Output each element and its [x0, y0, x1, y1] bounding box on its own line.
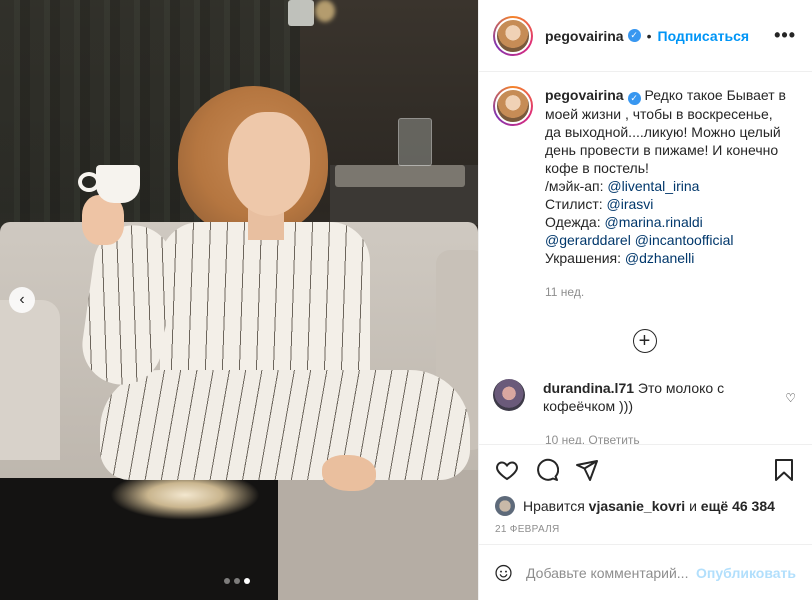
action-bar: [479, 444, 812, 494]
chevron-left-icon: ‹: [19, 291, 25, 308]
comment-username[interactable]: durandina.l71: [543, 380, 634, 396]
comment-like-icon[interactable]: ♡: [785, 391, 796, 405]
credit-label: Одежда:: [545, 213, 605, 230]
caption-time[interactable]: 11 нед.: [545, 283, 790, 301]
more-options-icon[interactable]: •••: [774, 25, 796, 46]
mention-link[interactable]: @incantoofficial: [635, 232, 734, 248]
floor: [278, 470, 478, 600]
carousel-dots: [224, 578, 250, 584]
likes-prefix: Нравится: [523, 498, 585, 514]
verified-icon: ✓: [627, 91, 641, 105]
credit-label: /мэйк-ап:: [545, 177, 608, 194]
comment-avatar[interactable]: [493, 378, 525, 411]
lamp: [288, 0, 314, 26]
avatar[interactable]: [493, 15, 533, 56]
mention-link[interactable]: @livental_irina: [607, 178, 699, 194]
comment: durandina.l71 Это молоко с кофеёчком )))…: [493, 378, 796, 415]
post-side-panel: pegovairina ✓ • Подписаться ••• pegovair…: [478, 0, 812, 600]
follow-button[interactable]: Подписаться: [658, 28, 750, 44]
carousel-dot-active: [244, 578, 250, 584]
liker-username[interactable]: vjasanie_kovri: [589, 498, 686, 514]
mention-link[interactable]: @irasvi: [607, 196, 654, 212]
plus-circle-icon[interactable]: +: [632, 328, 657, 353]
comment-composer: Опубликовать: [479, 544, 812, 600]
coffee-cup: [96, 165, 140, 203]
post-date[interactable]: 21 ФЕВРАЛЯ: [479, 518, 812, 535]
separator: •: [646, 27, 652, 44]
comments-area[interactable]: pegovairina ✓ Редко такое Бывает в моей ж…: [479, 72, 812, 444]
publish-button[interactable]: Опубликовать: [696, 565, 796, 581]
face: [228, 112, 310, 216]
heart-icon[interactable]: [495, 458, 519, 482]
comment-icon[interactable]: [535, 458, 559, 482]
credit-label: Стилист:: [545, 195, 607, 212]
comment-input[interactable]: [526, 564, 697, 581]
emoji-icon[interactable]: [495, 560, 512, 586]
post-header: pegovairina ✓ • Подписаться •••: [479, 0, 812, 72]
likes-count[interactable]: ещё 46 384: [701, 498, 775, 514]
credit-label: Украшения:: [545, 249, 625, 266]
carousel-prev-button[interactable]: ‹: [9, 287, 35, 313]
tray: [335, 165, 465, 187]
likes-row: Нравится vjasanie_kovri и ещё 46 384: [479, 494, 812, 518]
lamp-glow: [315, 0, 335, 22]
share-icon[interactable]: [575, 458, 599, 482]
mention-link[interactable]: @marina.rinaldi: [604, 214, 702, 230]
likes-middle: и: [689, 498, 697, 514]
foot: [322, 455, 376, 491]
caption-username[interactable]: pegovairina: [545, 87, 624, 103]
caption-avatar[interactable]: [493, 86, 533, 126]
carousel-dot: [234, 578, 240, 584]
mention-link[interactable]: @dzhanelli: [625, 250, 694, 266]
carousel-dot: [224, 578, 230, 584]
caption: pegovairina ✓ Редко такое Бывает в моей ж…: [493, 86, 796, 301]
bookmark-icon[interactable]: [772, 458, 796, 482]
load-more-comments[interactable]: +: [493, 328, 796, 353]
liker-avatar[interactable]: [495, 496, 515, 516]
verified-icon: ✓: [627, 29, 641, 42]
comment-meta[interactable]: 10 нед. Ответить: [545, 433, 796, 445]
mention-link[interactable]: @gerarddarel: [545, 232, 631, 248]
sofa-arm: [0, 300, 60, 460]
post-photo[interactable]: ‹: [0, 0, 478, 600]
header-username[interactable]: pegovairina: [545, 28, 624, 44]
glass: [398, 118, 432, 166]
pajama-legs: [100, 370, 470, 480]
